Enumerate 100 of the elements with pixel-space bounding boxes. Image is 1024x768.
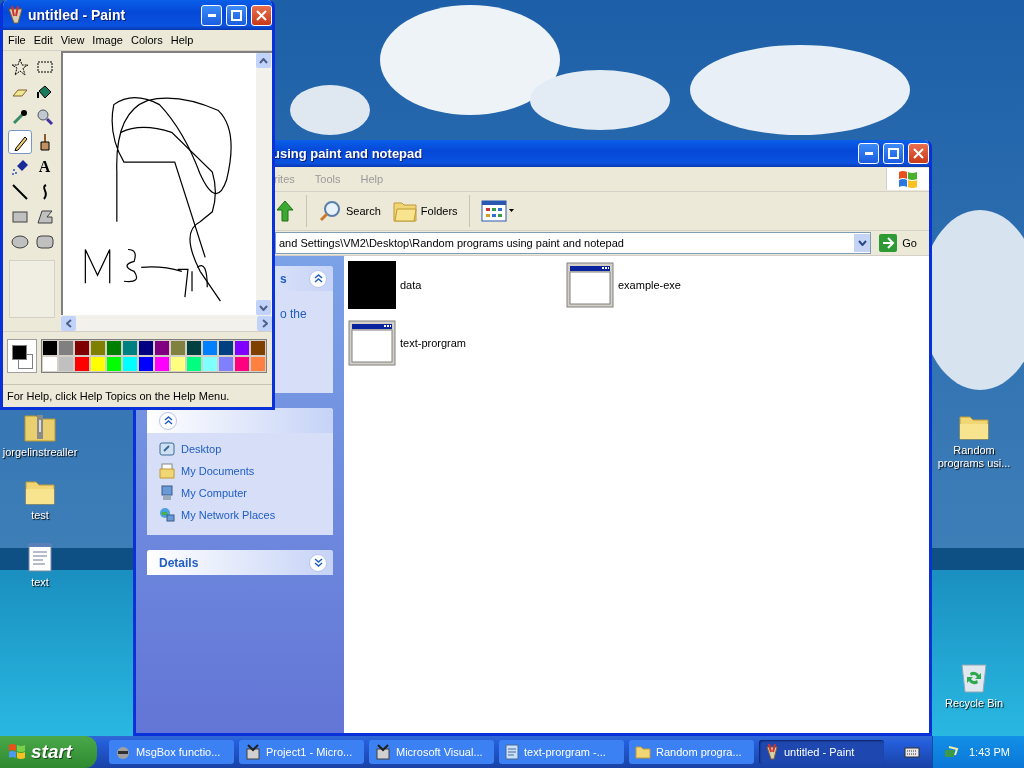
up-arrow-icon [275,199,295,223]
palette-color[interactable] [42,340,58,356]
collapse-button[interactable] [159,411,177,430]
palette-color[interactable] [42,356,58,372]
palette-color[interactable] [138,356,154,372]
folder-icon [959,414,989,440]
menu-item[interactable]: Edit [30,32,56,48]
current-colors[interactable] [7,339,37,373]
menu-item[interactable]: Help [167,32,197,48]
palette-color[interactable] [186,340,202,356]
taskbar-button[interactable]: MsgBox functio... [109,740,234,764]
taskbar-button[interactable]: Microsoft Visual... [369,740,494,764]
palette-color[interactable] [74,340,90,356]
eyedropper-icon [10,108,29,126]
palette-color[interactable] [202,356,218,372]
desktop-icon-label[interactable]: jorgelinstrealler [2,446,78,459]
close-button[interactable] [908,143,929,164]
scroll-down-button[interactable] [256,300,271,315]
place-link[interactable]: My Computer [159,485,321,501]
place-link[interactable]: Desktop [159,441,321,457]
scroll-up-button[interactable] [256,53,271,68]
place-link[interactable]: My Documents [159,463,321,479]
tool-options-panel [9,260,55,318]
palette-color[interactable] [90,356,106,372]
palette-color[interactable] [74,356,90,372]
go-button[interactable]: Go [875,234,921,252]
address-field[interactable]: and Settings\VM2\Desktop\Random programs using paint and notepad [275,232,872,254]
palette-color[interactable] [122,356,138,372]
file-name[interactable]: data [400,279,422,291]
folders-button[interactable]: Folders [388,196,462,226]
windows-logo [8,743,26,761]
search-button[interactable]: Search [314,196,385,226]
text-tool[interactable]: A [32,155,57,179]
chevron-down-icon [259,304,268,311]
file-name[interactable]: text-prorgram [400,337,467,349]
maximize-icon [231,9,242,21]
palette-color[interactable] [58,356,74,372]
desktop-icon-label[interactable]: Recycle Bin [934,697,1014,710]
keyboard-icon[interactable] [904,746,920,758]
desktop-icon-label[interactable]: text [31,576,49,589]
taskbar-button[interactable]: text-prorgram -... [499,740,624,764]
program-icon [375,744,391,760]
scroll-right-button[interactable] [257,315,272,331]
vertical-scrollbar[interactable] [256,53,272,315]
start-button[interactable]: start [0,736,97,768]
menu-item[interactable]: View [57,32,88,48]
paint-brushes-icon [765,744,779,760]
task-link[interactable]: o the [280,307,333,321]
palette-color[interactable] [218,356,234,372]
tool-button[interactable] [7,130,32,154]
taskbar-button[interactable]: Random progra... [629,740,754,764]
palette-color[interactable] [154,340,170,356]
collapse-button[interactable] [309,269,327,288]
menu-item[interactable]: Image [89,32,126,48]
status-text: For Help, click Help Topics on the Help Menu. [7,390,230,402]
sketch-drawing[interactable] [63,53,256,315]
palette-color[interactable] [138,340,154,356]
caret-icon [857,240,867,246]
palette-color[interactable] [58,340,74,356]
dropdown-button[interactable] [854,234,871,252]
chevron-up-icon [259,57,268,64]
search-icon [318,199,342,223]
double-chevron-up-icon [163,416,173,425]
palette-color[interactable] [186,356,202,372]
go-arrow-icon [879,234,898,252]
maximize-button[interactable] [226,4,247,26]
palette-color[interactable] [234,340,250,356]
palette-color[interactable] [90,340,106,356]
palette-color[interactable] [202,340,218,356]
program-icon [245,744,261,760]
taskbar-button[interactable]: untitled - Paint [759,740,884,764]
palette-color[interactable] [170,356,186,372]
rectangle-icon [10,208,29,226]
horizontal-scrollbar[interactable] [61,315,272,331]
taskbar-button[interactable]: Project1 - Micro... [239,740,364,764]
palette-color[interactable] [218,340,234,356]
desktop-icon-label[interactable]: Random programs usi... [934,444,1014,470]
menu-item[interactable]: File [5,32,29,48]
maximize-button[interactable] [883,143,904,164]
palette-color[interactable] [250,356,266,372]
palette-color[interactable] [234,356,250,372]
palette-color[interactable] [106,340,122,356]
palette-color[interactable] [122,340,138,356]
expand-button[interactable] [309,553,327,572]
scroll-left-button[interactable] [61,315,76,331]
select-icon [35,58,54,76]
minimize-button[interactable] [201,4,222,26]
window-title: untitled - Paint [28,7,127,23]
file-name[interactable]: example-exe [618,279,681,291]
palette-color[interactable] [106,356,122,372]
palette-color[interactable] [154,356,170,372]
place-link[interactable]: My Network Places [159,507,321,523]
desktop-icon-label[interactable]: test [31,509,49,522]
minimize-button[interactable] [858,143,879,164]
close-button[interactable] [251,4,272,26]
program-window-icon [348,320,396,366]
palette-color[interactable] [250,340,266,356]
menu-item[interactable]: Colors [127,32,166,48]
palette-color[interactable] [170,340,186,356]
rounded-rectangle-icon [35,233,54,251]
